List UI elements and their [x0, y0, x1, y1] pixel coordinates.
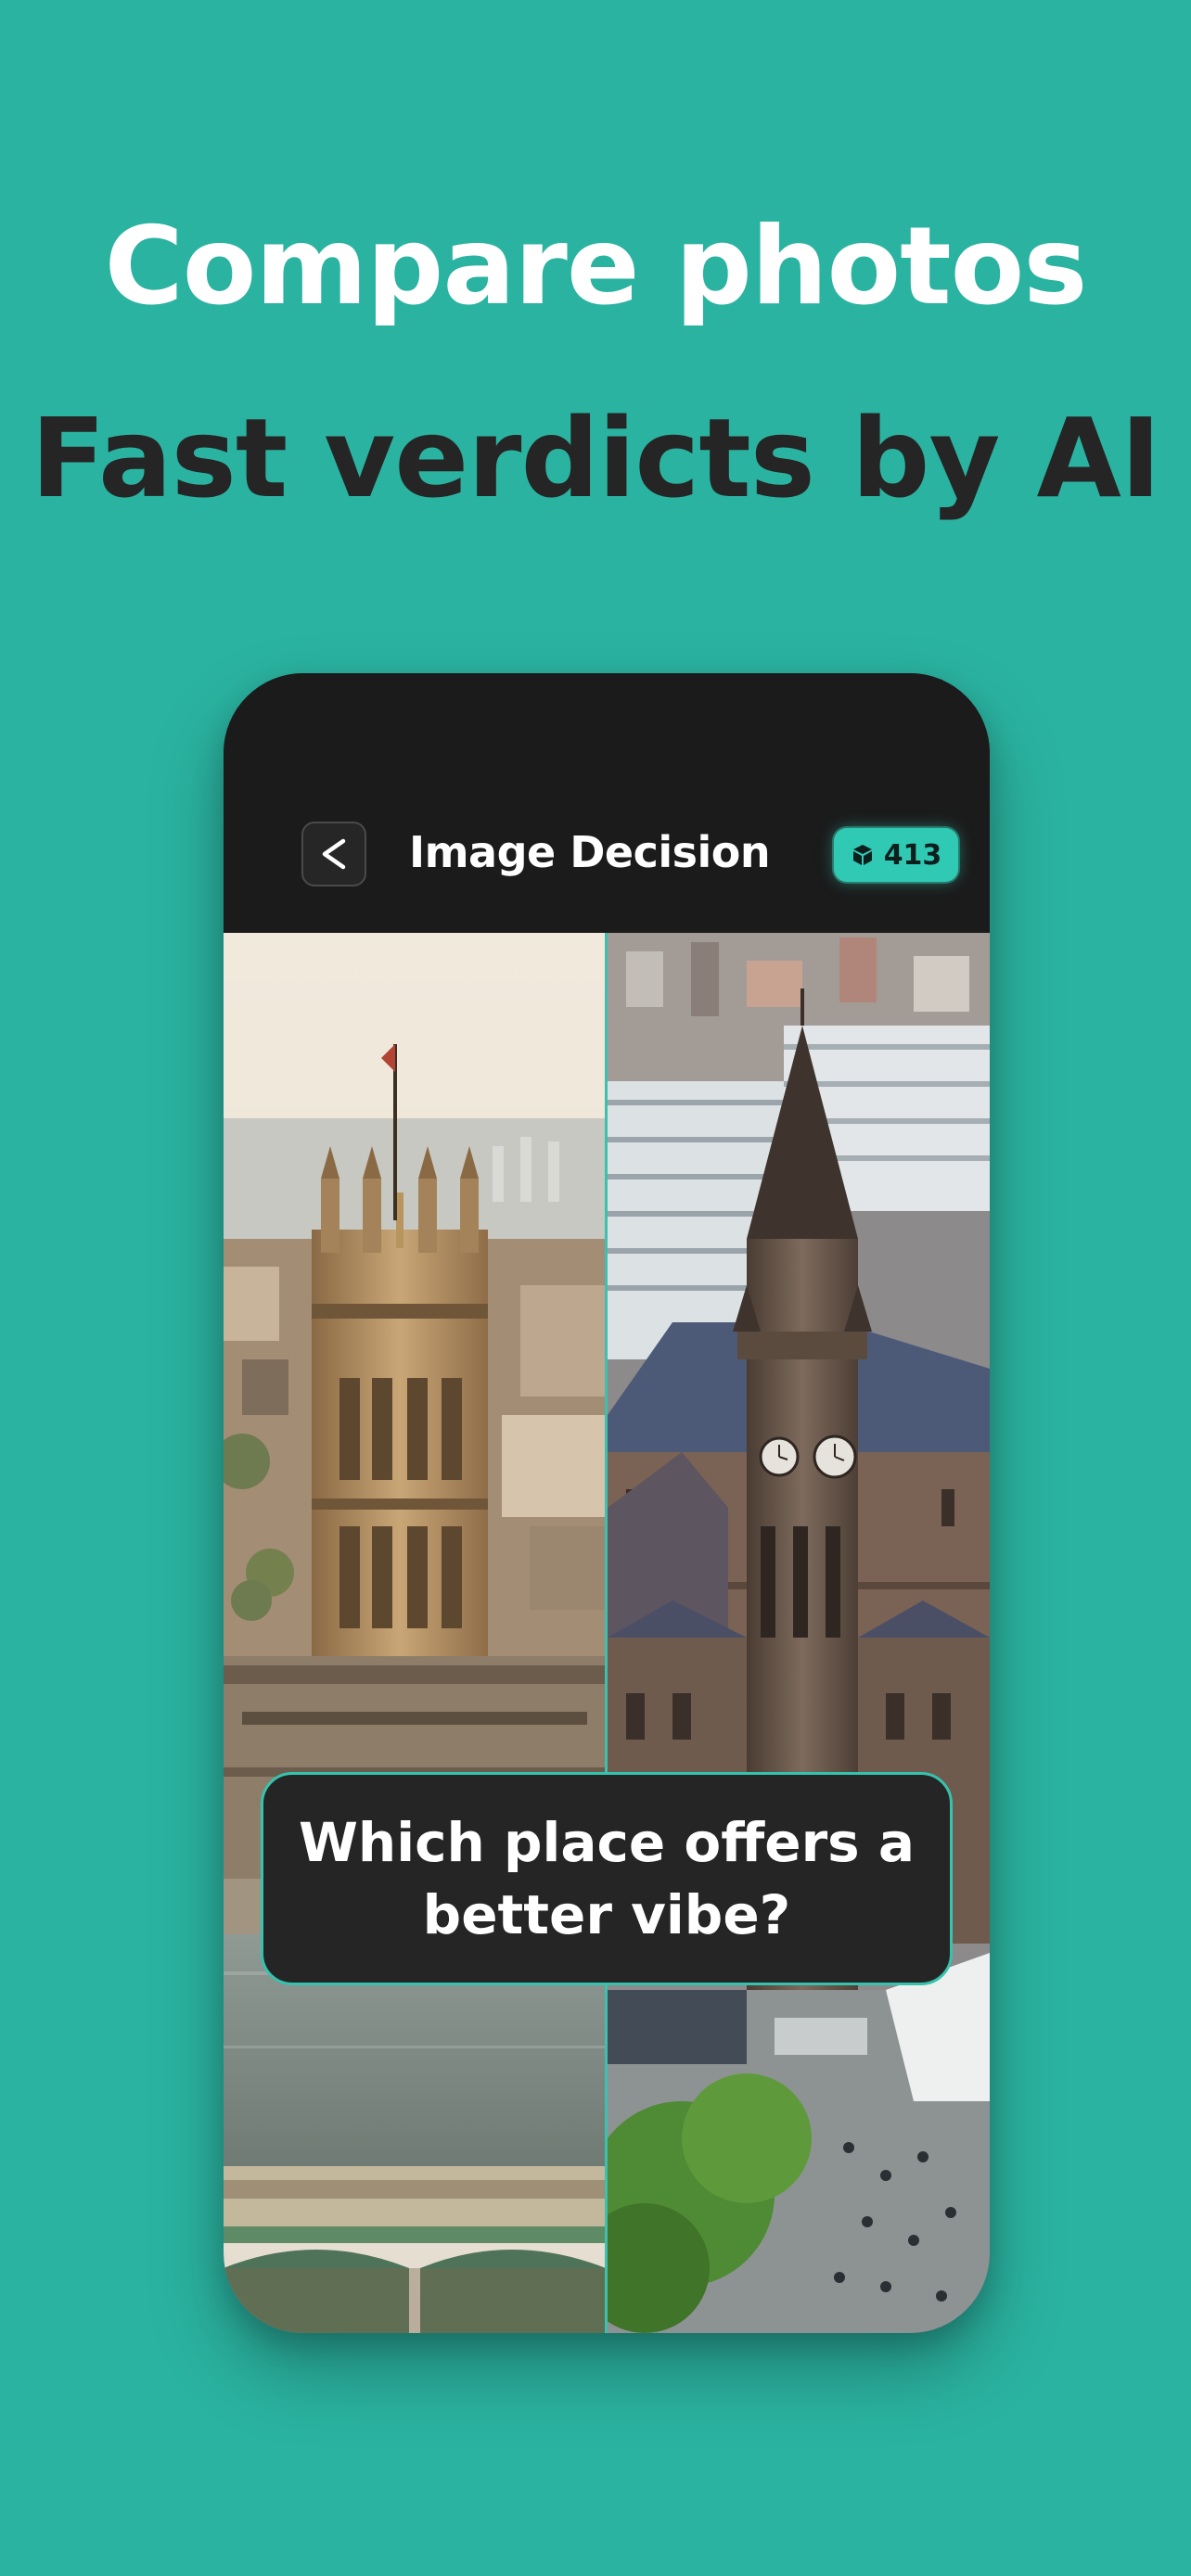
question-text: Which place offers a better vibe?	[298, 1811, 916, 1946]
cube-icon	[852, 845, 872, 865]
westminster-photo	[224, 933, 606, 2333]
back-button[interactable]	[301, 822, 366, 886]
headline-fast-verdicts: Fast verdicts by AI	[31, 394, 1160, 522]
headline-compare-photos: Compare photos	[104, 204, 1088, 329]
manchester-photo	[608, 933, 990, 2333]
top-navigation-bar: Image Decision 413	[224, 673, 990, 933]
phone-mockup: Image Decision 413 Which place offers a …	[224, 673, 990, 2333]
chevron-left-icon	[322, 838, 346, 870]
question-card: Which place offers a better vibe?	[261, 1772, 953, 1985]
credits-count: 413	[883, 838, 942, 872]
page-title: Image Decision	[409, 827, 771, 877]
photo-left-option[interactable]	[224, 933, 606, 2333]
photo-right-option[interactable]	[608, 933, 990, 2333]
credits-badge[interactable]: 413	[834, 828, 958, 882]
